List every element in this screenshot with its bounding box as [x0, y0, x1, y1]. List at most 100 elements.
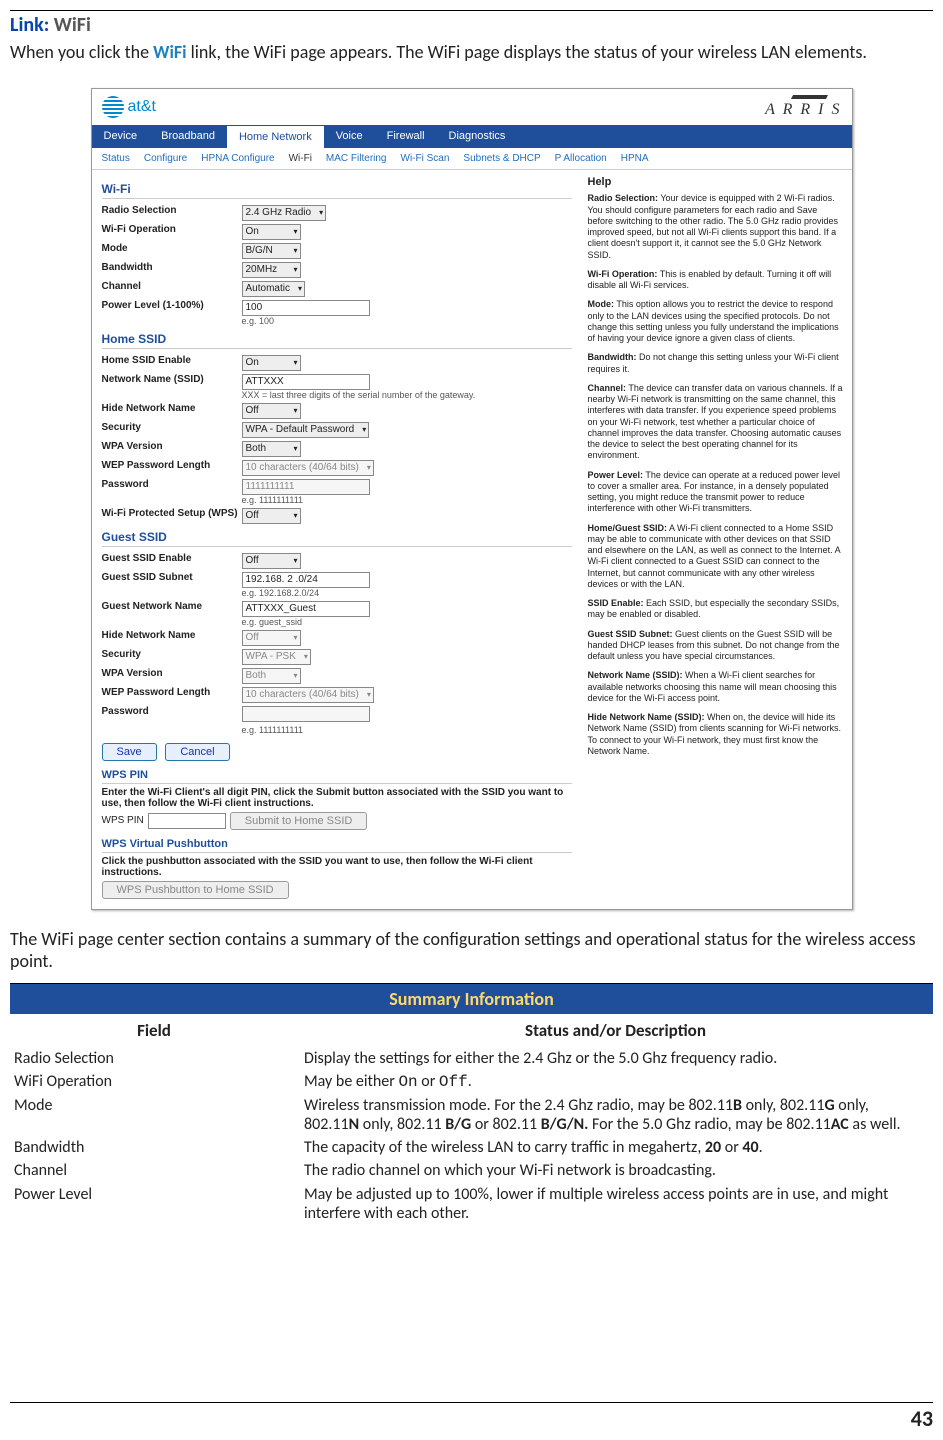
field-label: WEP Password Length	[102, 687, 242, 698]
field-label: Hide Network Name	[102, 403, 242, 414]
field-label: Password	[102, 706, 242, 717]
select-control[interactable]: 2.4 GHz Radio	[242, 205, 327, 221]
text-input: 1111111111	[242, 479, 370, 495]
wifi-link-text: WiFi	[153, 41, 186, 63]
help-paragraph: SSID Enable: Each SSID, but especially t…	[588, 598, 844, 621]
field-label: WPA Version	[102, 668, 242, 679]
field-hint: e.g. 192.168.2.0/24	[242, 588, 572, 598]
table-row: ModeWireless transmission mode. For the …	[10, 1094, 933, 1136]
sub-tab[interactable]: Status	[102, 153, 130, 164]
sub-tab[interactable]: Subnets & DHCP	[463, 153, 540, 164]
page-number: 43	[10, 1402, 933, 1432]
intro-paragraph: When you click the WiFi link, the WiFi p…	[10, 41, 933, 64]
field-hint: e.g. 1111111111	[242, 495, 572, 505]
field-cell: Radio Selection	[10, 1047, 298, 1070]
wps-pushbutton-instructions: Click the pushbutton associated with the…	[102, 856, 572, 878]
main-tab[interactable]: Voice	[324, 125, 375, 148]
section-heading: Link: WiFi	[10, 13, 933, 37]
table-row: Radio SelectionDisplay the settings for …	[10, 1047, 933, 1070]
help-panel: Help Radio Selection: Your device is equ…	[582, 170, 852, 909]
field-label: Guest Network Name	[102, 601, 242, 612]
text-input[interactable]: ATTXXX	[242, 374, 370, 390]
select-control: 10 characters (40/64 bits)	[242, 460, 374, 476]
select-control[interactable]: Automatic	[242, 281, 305, 297]
text-input[interactable]: 100	[242, 300, 370, 316]
table-row: ChannelThe radio channel on which your W…	[10, 1159, 933, 1182]
help-title: Help	[588, 176, 844, 190]
select-control[interactable]: B/G/N	[242, 243, 301, 259]
field-label: Channel	[102, 281, 242, 292]
help-paragraph: Radio Selection: Your device is equipped…	[588, 193, 844, 261]
settings-panel: Wi-Fi Radio Selection2.4 GHz RadioWi-Fi …	[92, 170, 582, 909]
help-paragraph: Channel: The device can transfer data on…	[588, 383, 844, 462]
field-label: Power Level (1-100%)	[102, 300, 242, 311]
desc-cell: May be adjusted up to 100%, lower if mul…	[298, 1183, 933, 1225]
wifi-section-heading: Wi-Fi	[102, 182, 572, 199]
field-label: Hide Network Name	[102, 630, 242, 641]
field-label: Radio Selection	[102, 205, 242, 216]
help-paragraph: Hide Network Name (SSID): When on, the d…	[588, 712, 844, 757]
field-label: WPA Version	[102, 441, 242, 452]
help-paragraph: Bandwidth: Do not change this setting un…	[588, 352, 844, 375]
heading-prefix: Link:	[10, 13, 54, 37]
select-control[interactable]: Off	[242, 553, 301, 569]
table-row: BandwidthThe capacity of the wireless LA…	[10, 1136, 933, 1159]
guest-ssid-heading: Guest SSID	[102, 530, 572, 547]
help-paragraph: Wi-Fi Operation: This is enabled by defa…	[588, 269, 844, 292]
sub-tab[interactable]: Configure	[144, 153, 187, 164]
home-ssid-heading: Home SSID	[102, 332, 572, 349]
sub-tab[interactable]: HPNA	[621, 153, 649, 164]
sub-tab[interactable]: P Allocation	[555, 153, 607, 164]
table-col-desc: Status and/or Description	[298, 1014, 933, 1047]
field-label: Security	[102, 422, 242, 433]
arris-logo: A R R I S	[765, 95, 841, 119]
field-cell: Mode	[10, 1094, 298, 1136]
main-tab[interactable]: Diagnostics	[437, 125, 518, 148]
main-tab[interactable]: Firewall	[375, 125, 437, 148]
table-row: Power LevelMay be adjusted up to 100%, l…	[10, 1183, 933, 1225]
select-control[interactable]: 20MHz	[242, 262, 301, 278]
select-control[interactable]: Both	[242, 441, 301, 457]
field-label: Password	[102, 479, 242, 490]
wps-pushbutton[interactable]: WPS Pushbutton to Home SSID	[102, 881, 289, 899]
main-tab[interactable]: Broadband	[149, 125, 227, 148]
help-paragraph: Mode: This option allows you to restrict…	[588, 299, 844, 344]
save-button[interactable]: Save	[102, 743, 157, 761]
select-control[interactable]: WPA - Default Password	[242, 422, 370, 438]
select-control[interactable]: On	[242, 355, 301, 371]
field-label: Security	[102, 649, 242, 660]
att-logo: at&t	[102, 96, 156, 118]
field-label: Home SSID Enable	[102, 355, 242, 366]
wps-pin-heading: WPS PIN	[102, 769, 572, 784]
help-paragraph: Power Level: The device can operate at a…	[588, 470, 844, 515]
sub-tab[interactable]: Wi-Fi Scan	[401, 153, 450, 164]
wps-submit-button[interactable]: Submit to Home SSID	[230, 812, 368, 830]
main-tab[interactable]: Home Network	[227, 125, 324, 148]
field-label: Guest SSID Enable	[102, 553, 242, 564]
main-tab[interactable]: Device	[92, 125, 150, 148]
sub-tab-bar: Status Configure HPNA Configure Wi-Fi MAC Fi…	[92, 148, 852, 170]
select-control[interactable]: Off	[242, 403, 301, 419]
select-control: Both	[242, 668, 301, 684]
wps-pushbutton-heading: WPS Virtual Pushbutton	[102, 838, 572, 853]
field-hint: e.g. 1111111111	[242, 725, 572, 735]
select-control[interactable]: Off	[242, 508, 301, 524]
help-paragraph: Guest SSID Subnet: Guest clients on the …	[588, 629, 844, 663]
text-input[interactable]: ATTXXX_Guest	[242, 601, 370, 617]
field-label: Guest SSID Subnet	[102, 572, 242, 583]
field-hint: e.g. guest_ssid	[242, 617, 572, 627]
select-control[interactable]: On	[242, 224, 301, 240]
field-label: Network Name (SSID)	[102, 374, 242, 385]
wps-pin-input[interactable]	[148, 813, 226, 829]
text-input[interactable]: 192.168. 2 .0/24	[242, 572, 370, 588]
sub-tab[interactable]: MAC Filtering	[326, 153, 387, 164]
summary-table: Summary Information Field Status and/or …	[10, 983, 933, 1226]
field-label: Mode	[102, 243, 242, 254]
field-cell: Power Level	[10, 1183, 298, 1225]
sub-tab[interactable]: Wi-Fi	[289, 153, 312, 164]
cancel-button[interactable]: Cancel	[165, 743, 229, 761]
table-col-field: Field	[10, 1014, 298, 1047]
help-paragraph: Network Name (SSID): When a Wi-Fi client…	[588, 670, 844, 704]
field-label: WEP Password Length	[102, 460, 242, 471]
sub-tab[interactable]: HPNA Configure	[201, 153, 274, 164]
